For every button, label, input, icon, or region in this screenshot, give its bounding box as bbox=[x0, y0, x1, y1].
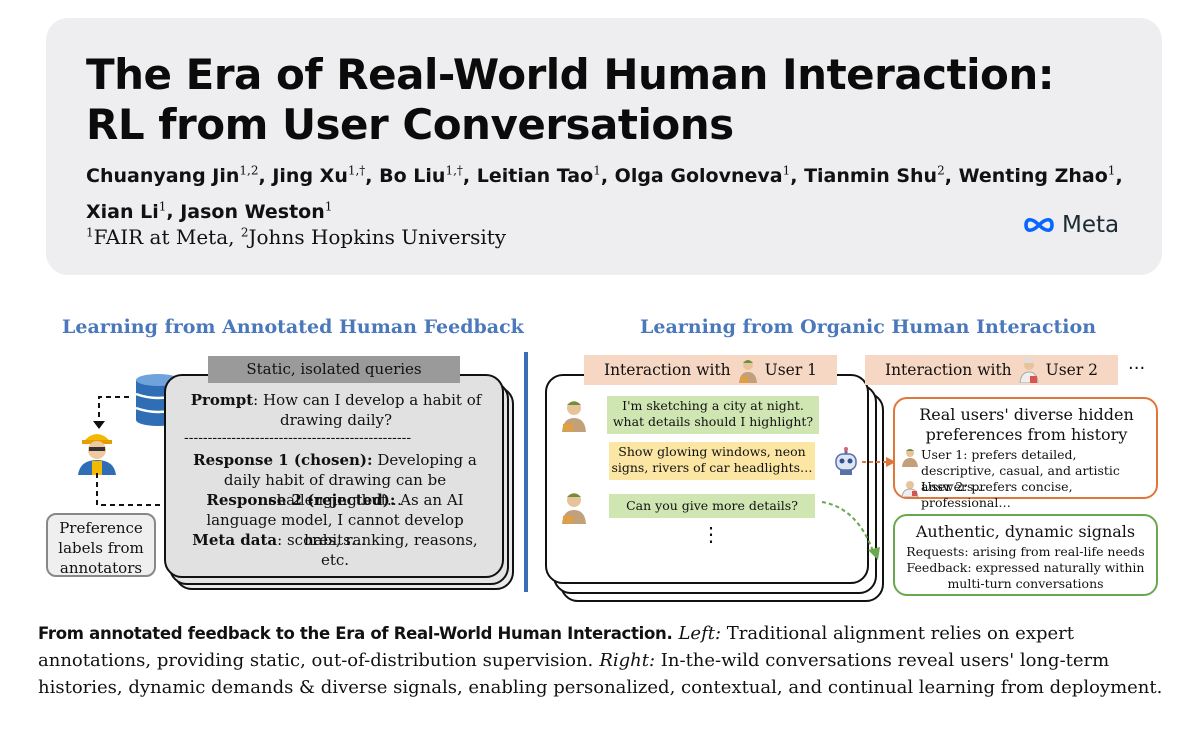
tab2-prefix: Interaction with bbox=[884, 361, 1012, 379]
user2-preference: User 2: prefers concise, professional… bbox=[921, 479, 1073, 510]
user1-avatar-icon bbox=[738, 360, 757, 383]
meta-infinity-icon bbox=[1024, 217, 1054, 233]
section-divider bbox=[524, 352, 528, 592]
signals-requests: Requests: arising from real-life needs bbox=[906, 544, 1145, 559]
hidden-preferences-box: Real users' diverse hidden preferences f… bbox=[893, 397, 1158, 510]
assistant-message: Show glowing windows, neon signs, rivers… bbox=[609, 442, 815, 480]
tab-interaction-user2: Interaction with User 2 bbox=[865, 355, 1118, 385]
green-arrow bbox=[821, 501, 880, 560]
more-messages: ⋮ bbox=[701, 522, 721, 546]
author: Tianmin Shu2 bbox=[804, 164, 945, 188]
author-list: Chuanyang Jin1,2, Jing Xu1,†, Bo Liu1,†,… bbox=[86, 164, 1123, 223]
tab-interaction-user1: Interaction with User 1 bbox=[584, 355, 837, 385]
meta-data-line: Meta data: scores, ranking, reasons, etc… bbox=[192, 531, 478, 569]
tab1-prefix: Interaction with bbox=[603, 361, 731, 379]
divider: ----------------------------------------… bbox=[184, 430, 412, 446]
static-queries-tag: Static, isolated queries bbox=[208, 356, 460, 383]
author: Jason Weston1 bbox=[180, 199, 333, 223]
author: Bo Liu1,† bbox=[379, 164, 463, 188]
preferences-title: Real users' diverse hidden preferences f… bbox=[919, 405, 1134, 444]
user2-small-icon bbox=[901, 481, 919, 497]
affiliations: 1FAIR at Meta, 2Johns Hopkins University bbox=[86, 225, 507, 249]
title-line-1: The Era of Real-World Human Interaction: bbox=[86, 50, 1055, 99]
author: Wenting Zhao1 bbox=[958, 164, 1116, 188]
author: Leitian Tao1 bbox=[476, 164, 601, 188]
author: Xian Li1 bbox=[86, 199, 167, 223]
signals-feedback: Feedback: expressed naturally within mul… bbox=[906, 560, 1145, 591]
right-section-title: Learning from Organic Human Interaction bbox=[640, 316, 1097, 338]
author: Jing Xu1,† bbox=[272, 164, 366, 188]
assistant-robot-icon bbox=[835, 447, 857, 475]
user2-avatar-icon bbox=[1019, 359, 1039, 383]
user-avatar-icon bbox=[562, 401, 586, 432]
user1-small-icon bbox=[902, 449, 918, 467]
tab1-user: User 1 bbox=[764, 361, 818, 379]
title-line-2: RL from User Conversations bbox=[86, 100, 734, 149]
tab2-user: User 2 bbox=[1045, 361, 1099, 379]
meta-logo: Meta bbox=[1022, 212, 1119, 238]
figure-caption: From annotated feedback to the Era of Re… bbox=[38, 620, 1168, 701]
user-message-1: I'm sketching a city at night. what deta… bbox=[607, 396, 819, 434]
preference-labels-box: Preference labels from annotators bbox=[46, 513, 156, 577]
more-users-ellipsis: ··· bbox=[1128, 358, 1146, 379]
query-card: Prompt: How can I develop a habit of dra… bbox=[164, 374, 504, 578]
author: Olga Golovneva1 bbox=[614, 164, 791, 188]
meta-logo-text: Meta bbox=[1062, 212, 1120, 238]
dynamic-signals-box: Authentic, dynamic signals Requests: ari… bbox=[893, 514, 1158, 596]
paper-title: The Era of Real-World Human Interaction:… bbox=[86, 50, 1086, 150]
left-section-title: Learning from Annotated Human Feedback bbox=[62, 316, 524, 338]
author: Chuanyang Jin1,2 bbox=[86, 164, 259, 188]
signals-title: Authentic, dynamic signals bbox=[915, 522, 1136, 541]
user-avatar-icon bbox=[562, 493, 586, 524]
user-message-2: Can you give more details? bbox=[609, 494, 815, 518]
prompt-text: Prompt: How can I develop a habit of dra… bbox=[190, 391, 482, 429]
caption-bold: From annotated feedback to the Era of Re… bbox=[38, 624, 673, 643]
